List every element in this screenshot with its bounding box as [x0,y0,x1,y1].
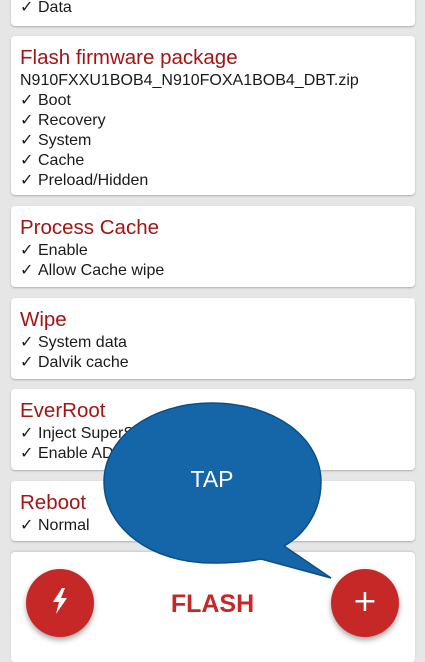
check-icon: ✓ [20,334,34,351]
check-icon: ✓ [20,112,34,129]
card-title: Flash firmware package [20,46,238,69]
lightning-bolt-icon [51,587,69,619]
card-title: Reboot [20,491,87,514]
card-item: ✓ Enable [20,241,406,261]
card-title: Wipe [20,308,67,331]
card-data: ✓ Data [11,0,415,26]
card-item: ✓ Cache [20,151,406,171]
item-label: Data [38,0,72,16]
card-item: ✓ Dalvik cache [20,353,406,373]
add-fab-button[interactable]: + [331,569,399,637]
check-icon: ✓ [20,262,34,279]
card-title: Process Cache [20,216,160,239]
firmware-filename: N910FXXU1BOB4_N910FOXA1BOB4_DBT.zip [20,72,359,89]
check-icon: ✓ [20,92,34,109]
card-item: ✓ Recovery [20,111,406,131]
flash-fab-button[interactable] [26,569,94,637]
item-label: Enable AD [38,445,114,462]
card-item: ✓ Preload/Hidden [20,171,406,191]
item-label: Recovery [38,112,106,129]
card-title: EverRoot [20,399,106,422]
check-icon: ✓ [20,172,34,189]
item-label: Inject SuperS [38,425,135,442]
plus-icon: + [352,584,378,619]
card-wipe[interactable]: Wipe ✓ System data ✓ Dalvik cache [11,298,415,379]
item-label: System data [38,334,127,351]
card-item: ✓ Enable AD [20,444,406,464]
item-label: System [38,132,92,149]
item-label: Allow Cache wipe [38,262,165,279]
check-icon: ✓ [20,0,34,16]
card-item: ✓ Normal [20,516,406,536]
check-icon: ✓ [20,445,34,462]
item-label: Boot [38,92,71,109]
check-icon: ✓ [20,425,34,442]
check-icon: ✓ [20,354,34,371]
check-icon: ✓ [20,132,34,149]
check-icon: ✓ [20,152,34,169]
check-icon: ✓ [20,242,34,259]
card-everroot[interactable]: EverRoot ✓ Inject SuperS ✓ Enable AD [11,389,415,470]
card-item: ✓ Inject SuperS [20,424,406,444]
check-icon: ✓ [20,517,34,534]
card-item: ✓ Boot [20,91,406,111]
item-label: Normal [38,517,90,534]
card-item: ✓ System data [20,333,406,353]
callout-label: TAP [190,466,234,492]
item-label: Cache [38,152,85,169]
card-item-data: ✓ Data [20,0,72,18]
card-flash-firmware[interactable]: Flash firmware package N910FXXU1BOB4_N91… [11,36,415,195]
flash-button[interactable]: FLASH [160,589,265,619]
card-item: ✓ Allow Cache wipe [20,261,406,281]
card-item: ✓ System [20,131,406,151]
item-label: Preload/Hidden [38,172,149,189]
item-label: Enable [38,242,88,259]
card-process-cache[interactable]: Process Cache ✓ Enable ✓ Allow Cache wipe [11,206,415,287]
item-label: Dalvik cache [38,354,129,371]
